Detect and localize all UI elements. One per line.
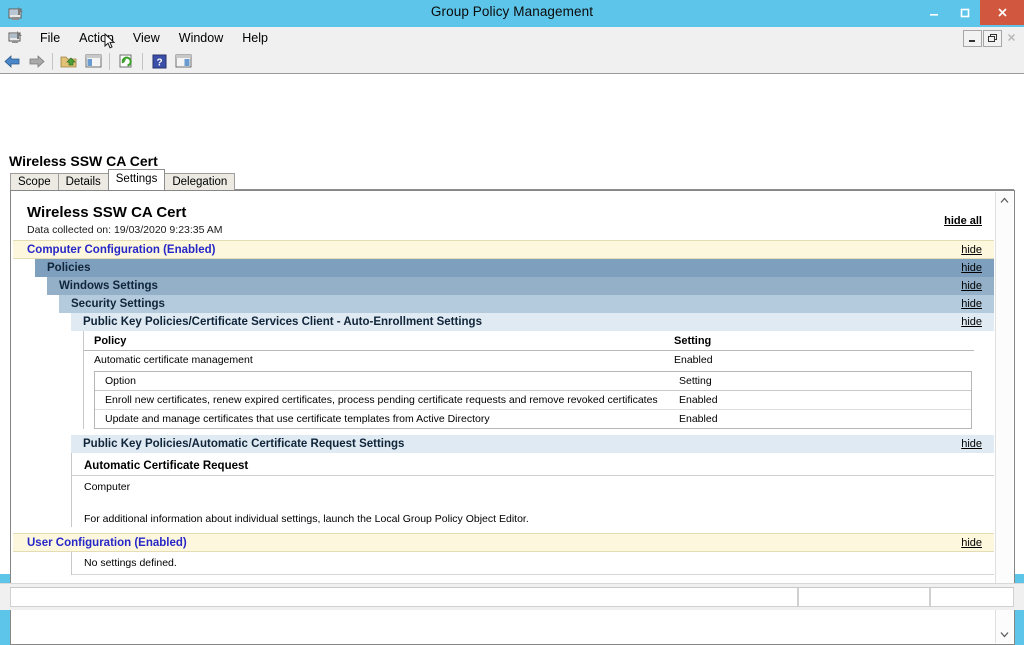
mdi-close-button[interactable] xyxy=(1003,30,1020,45)
close-button[interactable] xyxy=(980,0,1024,25)
autoenrollment-settings-bar: Public Key Policies/Certificate Services… xyxy=(71,313,994,331)
menu-bar: File Action View Window Help xyxy=(0,27,1024,50)
hide-all-link[interactable]: hide all xyxy=(944,215,982,227)
cell-setting: Enabled xyxy=(664,351,974,370)
report-viewport: Wireless SSW CA Cert Data collected on: … xyxy=(13,193,994,642)
show-hide-tree-icon[interactable] xyxy=(82,50,104,72)
hide-link-autoenrollment[interactable]: hide xyxy=(961,316,982,328)
user-configuration-bar: User Configuration (Enabled) hide xyxy=(13,533,994,552)
user-no-settings: No settings defined. xyxy=(72,552,994,575)
report-collected-on: Data collected on: 19/03/2020 9:23:35 AM xyxy=(13,221,994,240)
column-header-policy: Policy xyxy=(84,331,664,351)
acr-content: Automatic Certificate Request Computer F… xyxy=(71,453,994,527)
acr-settings-bar: Public Key Policies/Automatic Certificat… xyxy=(71,435,994,453)
policy-table: Policy Setting Automatic certificate man… xyxy=(84,331,974,369)
menu-window[interactable]: Window xyxy=(170,29,232,47)
application-window: Group Policy Management File Action Vie xyxy=(0,0,1024,619)
maximize-button[interactable] xyxy=(949,0,980,25)
acr-item: Computer xyxy=(72,476,994,495)
up-one-level-icon[interactable] xyxy=(58,50,80,72)
hide-link-user-configuration[interactable]: hide xyxy=(961,537,982,549)
report-frame: Wireless SSW CA Cert Data collected on: … xyxy=(10,190,1015,645)
hide-link-windows-settings[interactable]: hide xyxy=(961,280,982,292)
menu-view[interactable]: View xyxy=(124,29,169,47)
tab-settings[interactable]: Settings xyxy=(108,169,166,190)
table-row: Update and manage certificates that use … xyxy=(95,410,971,429)
scroll-up-icon[interactable] xyxy=(996,192,1013,209)
minimize-button[interactable] xyxy=(918,0,949,25)
user-configuration-content: No settings defined. xyxy=(71,552,994,575)
cell-option: Update and manage certificates that use … xyxy=(95,410,669,429)
properties-icon[interactable] xyxy=(172,50,194,72)
mdi-window-controls xyxy=(963,30,1020,47)
status-bar xyxy=(0,583,1024,610)
windows-settings-bar: Windows Settings hide xyxy=(47,277,994,295)
acr-note: For additional information about individ… xyxy=(72,495,994,527)
table-row: Enroll new certificates, renew expired c… xyxy=(95,391,971,410)
computer-configuration-label: Computer Configuration (Enabled) xyxy=(27,244,215,256)
status-pane-2 xyxy=(930,587,1014,607)
table-header-row: Policy Setting xyxy=(84,331,974,351)
hide-link-policies[interactable]: hide xyxy=(961,262,982,274)
subtable-header-row: Option Setting xyxy=(95,372,971,391)
cell-option-setting: Enabled xyxy=(669,410,971,429)
report-title: Wireless SSW CA Cert xyxy=(13,193,994,221)
acr-title: Automatic Certificate Request xyxy=(72,453,994,476)
options-table: Option Setting Enroll new certificates, … xyxy=(95,372,971,428)
title-bar: Group Policy Management xyxy=(0,0,1024,27)
autoenrollment-content: Policy Setting Automatic certificate man… xyxy=(83,331,994,429)
report-content: Wireless SSW CA Cert Data collected on: … xyxy=(13,193,994,575)
window-title: Group Policy Management xyxy=(0,4,1024,19)
user-configuration-label: User Configuration (Enabled) xyxy=(27,537,187,549)
help-icon[interactable]: ? xyxy=(148,50,170,72)
cell-policy: Automatic certificate management xyxy=(84,351,664,370)
mdi-restore-button[interactable] xyxy=(983,30,1002,47)
scroll-down-icon[interactable] xyxy=(996,626,1013,643)
cell-option-setting: Enabled xyxy=(669,391,971,410)
back-icon[interactable] xyxy=(1,50,23,72)
hide-link-security-settings[interactable]: hide xyxy=(961,298,982,310)
vertical-scrollbar[interactable] xyxy=(995,192,1013,643)
toolbar-separator xyxy=(142,53,143,70)
hide-link-computer-configuration[interactable]: hide xyxy=(961,244,982,256)
policies-bar: Policies hide xyxy=(35,259,994,277)
mouse-cursor xyxy=(104,33,116,51)
column-header-option: Option xyxy=(95,372,669,391)
scrollbar-track[interactable] xyxy=(996,209,1013,626)
acr-settings-label: Public Key Policies/Automatic Certificat… xyxy=(83,438,404,450)
options-subtable-box: Option Setting Enroll new certificates, … xyxy=(94,371,972,429)
tab-strip: Scope Details Settings Delegation xyxy=(10,173,234,190)
mdi-client-area: Wireless SSW CA Cert Scope Details Setti… xyxy=(0,73,1024,574)
page-title: Wireless SSW CA Cert xyxy=(9,153,158,169)
tab-details[interactable]: Details xyxy=(58,173,109,190)
tab-delegation[interactable]: Delegation xyxy=(164,173,235,190)
mdi-minimize-button[interactable] xyxy=(963,30,982,47)
toolbar-separator xyxy=(109,53,110,70)
hide-link-acr[interactable]: hide xyxy=(961,438,982,450)
console-small-icon xyxy=(8,30,25,46)
cell-option: Enroll new certificates, renew expired c… xyxy=(95,391,669,410)
toolbar: ? xyxy=(0,49,1024,74)
policies-label: Policies xyxy=(47,262,90,274)
svg-text:?: ? xyxy=(156,57,162,68)
menu-help[interactable]: Help xyxy=(233,29,277,47)
refresh-icon[interactable] xyxy=(115,50,137,72)
toolbar-separator xyxy=(52,53,53,70)
computer-configuration-bar: Computer Configuration (Enabled) hide xyxy=(13,240,994,259)
windows-settings-label: Windows Settings xyxy=(59,280,158,292)
tab-scope[interactable]: Scope xyxy=(10,173,59,190)
column-header-setting: Setting xyxy=(664,331,974,351)
window-controls xyxy=(918,0,1024,25)
security-settings-bar: Security Settings hide xyxy=(59,295,994,313)
table-row: Automatic certificate management Enabled xyxy=(84,351,974,370)
column-header-sub-setting: Setting xyxy=(669,372,971,391)
status-pane-1 xyxy=(798,587,930,607)
status-main-pane xyxy=(10,587,798,607)
security-settings-label: Security Settings xyxy=(71,298,165,310)
autoenrollment-settings-label: Public Key Policies/Certificate Services… xyxy=(83,316,482,328)
forward-icon[interactable] xyxy=(25,50,47,72)
menu-file[interactable]: File xyxy=(31,29,69,47)
